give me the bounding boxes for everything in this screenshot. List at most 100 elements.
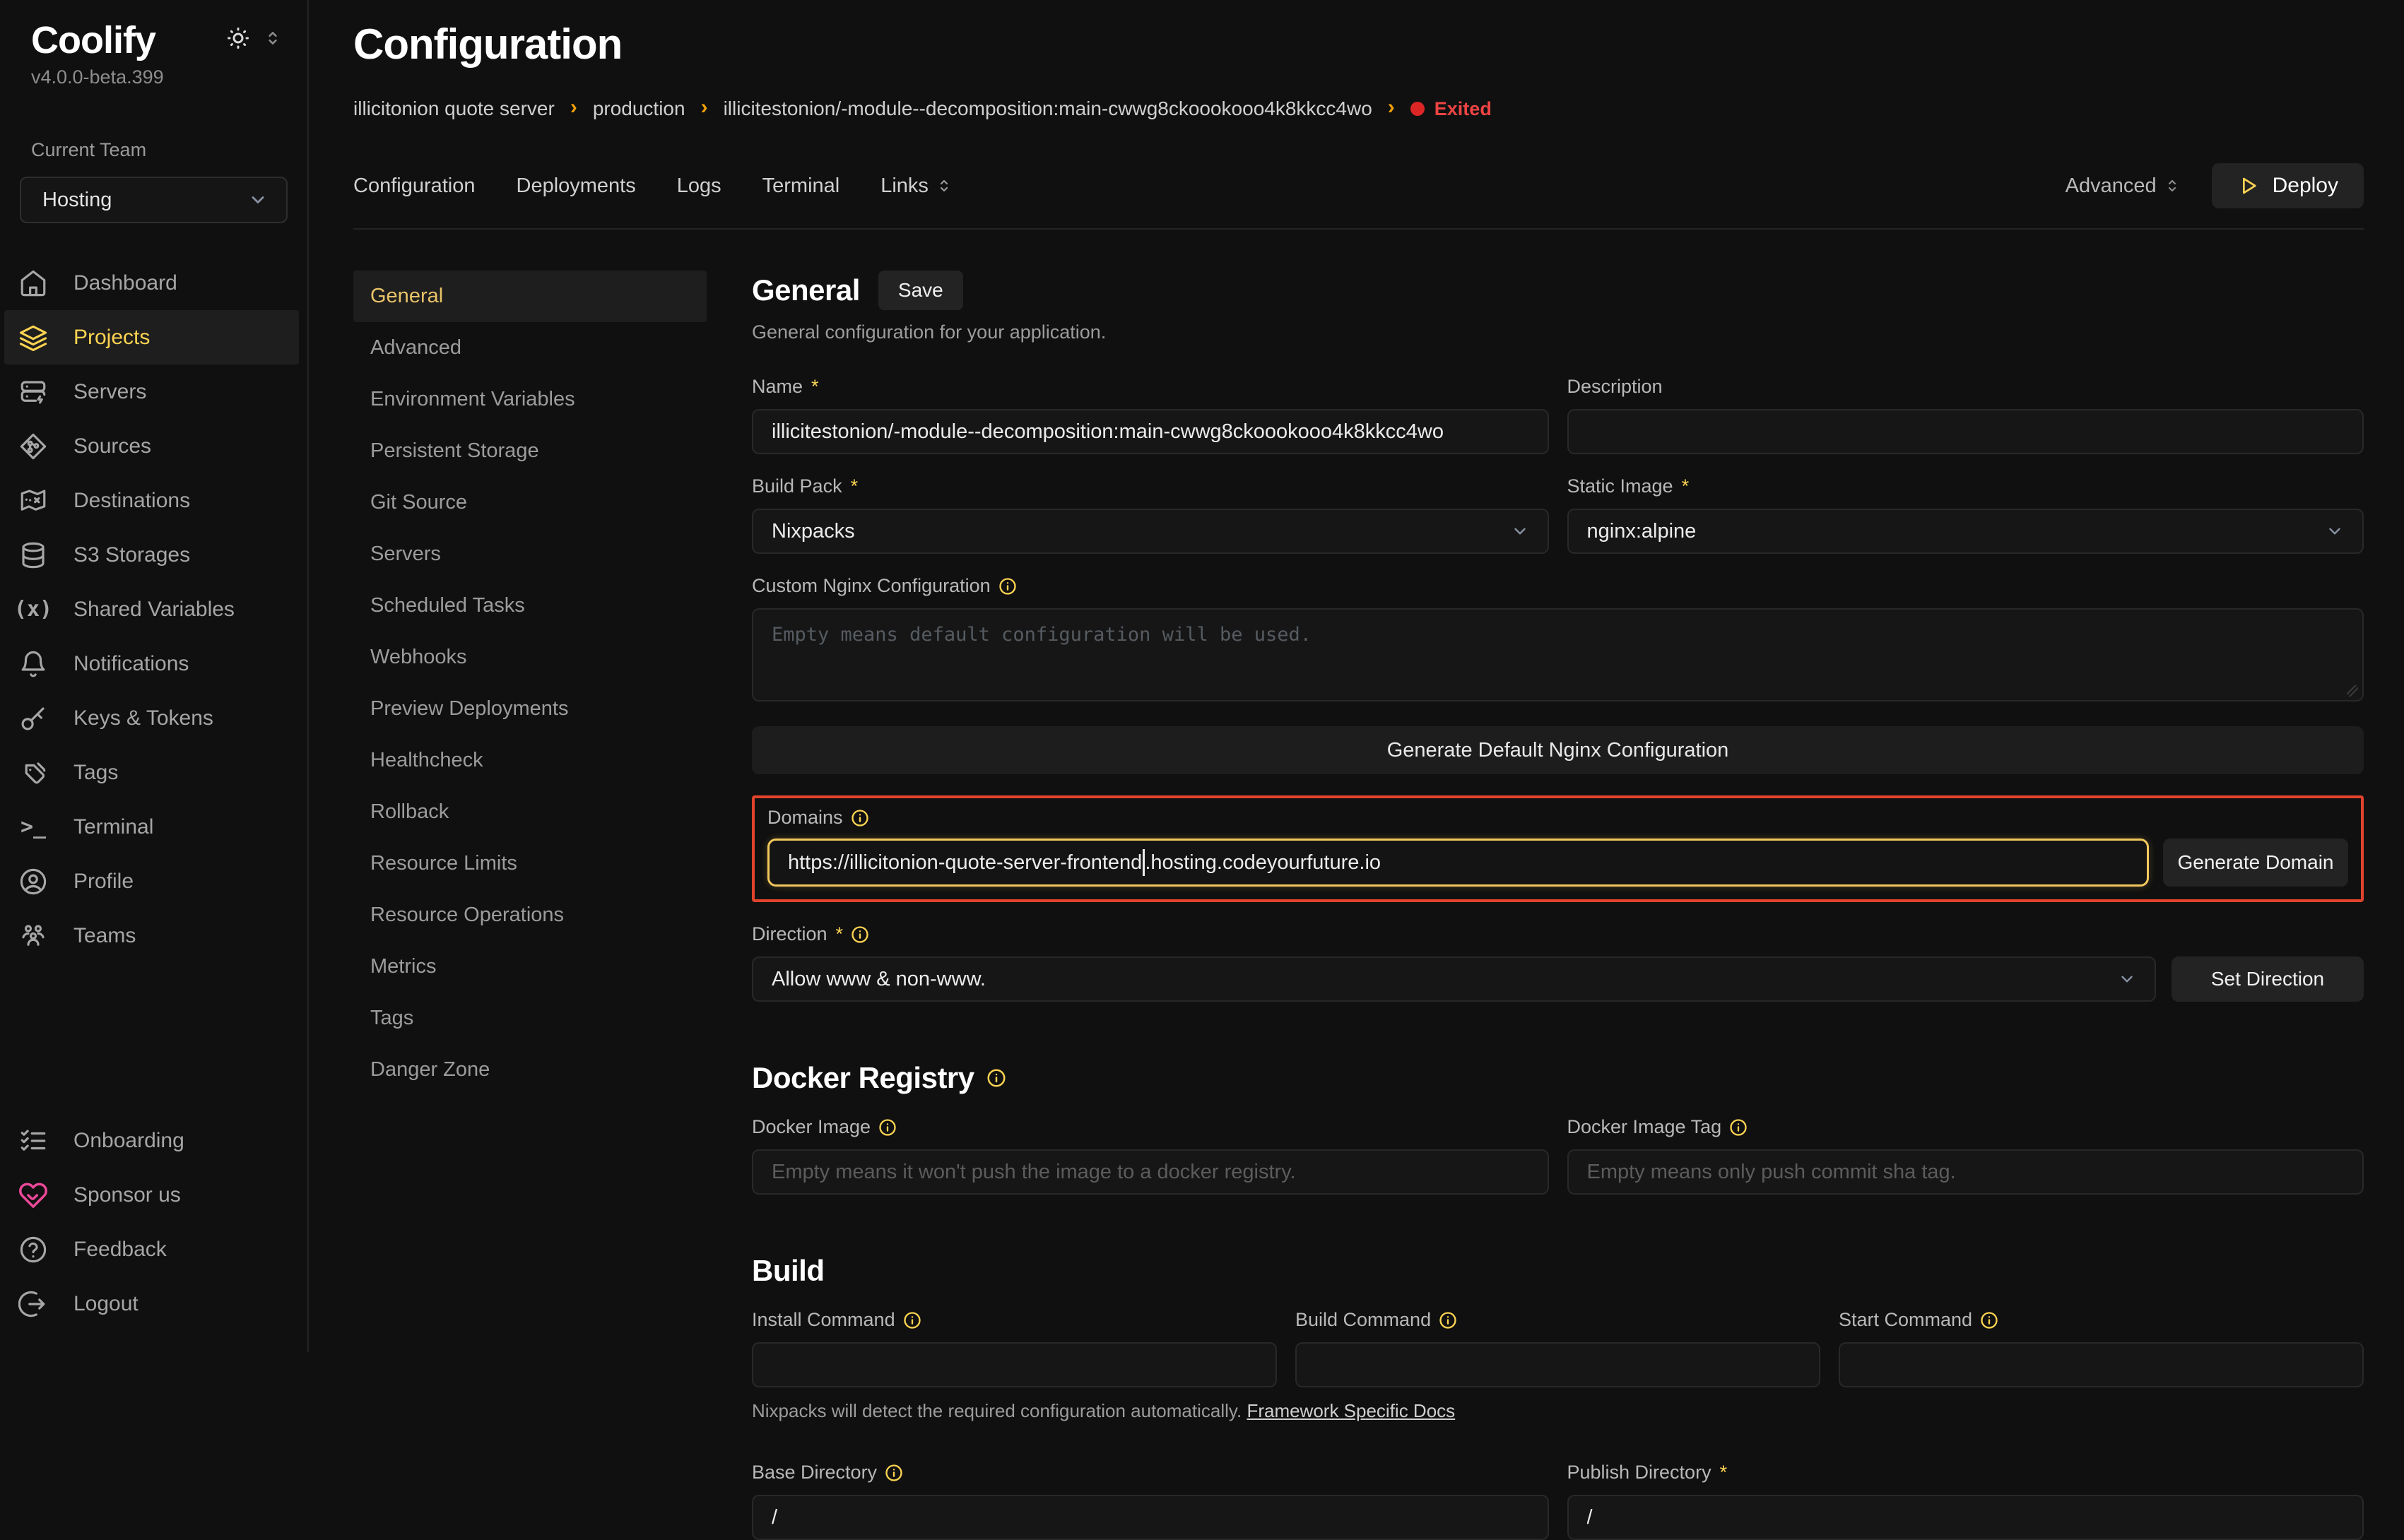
sidebar-item-profile[interactable]: Profile — [4, 854, 299, 908]
chevron-right-icon: › — [1388, 95, 1395, 119]
subnav-item-tags[interactable]: Tags — [353, 993, 707, 1044]
sidebar-item-keys-tokens[interactable]: Keys & Tokens — [4, 691, 299, 745]
sidebar-item-projects[interactable]: Projects — [4, 310, 299, 365]
sidebar-item-logout[interactable]: Logout — [4, 1277, 299, 1331]
info-icon[interactable] — [1979, 1310, 1999, 1330]
docker-image-tag-input[interactable] — [1567, 1149, 2364, 1195]
chevron-right-icon: › — [701, 95, 708, 119]
custom-nginx-textarea[interactable] — [752, 608, 2364, 701]
sidebar-item-tags[interactable]: Tags — [4, 745, 299, 800]
description-input[interactable] — [1567, 409, 2364, 454]
tab-configuration[interactable]: Configuration — [353, 174, 476, 198]
domains-input[interactable]: https://illicitonion-quote-server-fronte… — [767, 839, 2149, 887]
sidebar-item-label: Feedback — [73, 1238, 167, 1262]
sidebar-item-dashboard[interactable]: Dashboard — [4, 256, 299, 310]
breadcrumb-environment[interactable]: production — [593, 97, 685, 120]
subnav-item-scheduled-tasks[interactable]: Scheduled Tasks — [353, 580, 707, 632]
info-icon[interactable] — [902, 1310, 922, 1330]
tab-deployments[interactable]: Deployments — [517, 174, 636, 198]
advanced-menu[interactable]: Advanced — [2066, 174, 2181, 198]
sidebar-footer-nav: Onboarding Sponsor us Feedback Logout — [0, 1113, 307, 1331]
sidebar-nav: Dashboard Projects Servers Sources Desti… — [0, 256, 307, 963]
build-pack-label: Build Pack* — [752, 475, 1549, 497]
subnav-item-preview-deployments[interactable]: Preview Deployments — [353, 683, 707, 735]
info-icon[interactable] — [1438, 1310, 1458, 1330]
play-icon — [2237, 174, 2260, 197]
breadcrumb-application[interactable]: illicitestonion/-module--decomposition:m… — [724, 97, 1372, 120]
breadcrumb-project[interactable]: illicitonion quote server — [353, 97, 555, 120]
subnav-item-resource-operations[interactable]: Resource Operations — [353, 889, 707, 941]
subnav-item-persistent-storage[interactable]: Persistent Storage — [353, 425, 707, 477]
theme-selector-chevrons-icon[interactable] — [264, 29, 282, 47]
subnav-item-healthcheck[interactable]: Healthcheck — [353, 735, 707, 786]
tabs: Configuration Deployments Logs Terminal … — [353, 174, 953, 198]
generate-domain-button[interactable]: Generate Domain — [2163, 839, 2348, 887]
subnav-item-danger-zone[interactable]: Danger Zone — [353, 1044, 707, 1096]
info-icon[interactable] — [878, 1118, 897, 1137]
sidebar-item-sources[interactable]: Sources — [4, 419, 299, 473]
base-directory-input[interactable] — [752, 1495, 1549, 1540]
info-icon[interactable] — [884, 1463, 904, 1483]
build-command-input[interactable] — [1295, 1342, 1820, 1387]
build-pack-select[interactable]: Nixpacks — [752, 509, 1549, 554]
sidebar-item-label: Teams — [73, 924, 136, 948]
deploy-button[interactable]: Deploy — [2212, 163, 2364, 208]
custom-nginx-label: Custom Nginx Configuration — [752, 575, 2364, 597]
breadcrumb: illicitonion quote server › production ›… — [353, 97, 2364, 121]
publish-directory-label: Publish Directory* — [1567, 1462, 2364, 1483]
home-icon — [18, 268, 48, 298]
set-direction-button[interactable]: Set Direction — [2172, 956, 2364, 1002]
subnav-item-resource-limits[interactable]: Resource Limits — [353, 838, 707, 889]
sidebar-item-label: S3 Storages — [73, 543, 190, 567]
sidebar-item-destinations[interactable]: Destinations — [4, 473, 299, 528]
logout-icon — [18, 1289, 48, 1319]
info-icon[interactable] — [998, 576, 1018, 596]
install-command-input[interactable] — [752, 1342, 1277, 1387]
subnav-item-git-source[interactable]: Git Source — [353, 477, 707, 528]
start-command-input[interactable] — [1839, 1342, 2364, 1387]
sidebar-item-notifications[interactable]: Notifications — [4, 636, 299, 691]
heart-icon — [18, 1180, 48, 1210]
sidebar-item-label: Notifications — [73, 652, 189, 676]
sidebar-item-terminal[interactable]: >_ Terminal — [4, 800, 299, 854]
subnav-item-metrics[interactable]: Metrics — [353, 941, 707, 993]
framework-docs-link[interactable]: Framework Specific Docs — [1247, 1400, 1455, 1421]
tab-links[interactable]: Links — [880, 174, 953, 198]
info-icon[interactable] — [1728, 1118, 1748, 1137]
subnav-item-environment-variables[interactable]: Environment Variables — [353, 374, 707, 425]
team-select[interactable]: Hosting — [20, 177, 288, 223]
sidebar-item-s3-storages[interactable]: S3 Storages — [4, 528, 299, 582]
info-icon[interactable] — [986, 1067, 1007, 1089]
sidebar-item-servers[interactable]: Servers — [4, 365, 299, 419]
subnav-item-servers[interactable]: Servers — [353, 528, 707, 580]
build-command-label: Build Command — [1295, 1309, 1820, 1331]
app-logo[interactable]: Coolify — [31, 18, 155, 62]
name-input[interactable] — [752, 409, 1549, 454]
sidebar-item-shared-variables[interactable]: (x) Shared Variables — [4, 582, 299, 636]
subnav-item-webhooks[interactable]: Webhooks — [353, 632, 707, 683]
server-icon — [18, 377, 48, 407]
docker-registry-heading: Docker Registry — [752, 1061, 2364, 1095]
subnav-item-rollback[interactable]: Rollback — [353, 786, 707, 838]
save-button[interactable]: Save — [878, 271, 963, 310]
sidebar-item-onboarding[interactable]: Onboarding — [4, 1113, 299, 1168]
direction-select[interactable]: Allow www & non-www. — [752, 956, 2156, 1002]
static-image-select[interactable]: nginx:alpine — [1567, 509, 2364, 554]
info-icon[interactable] — [850, 808, 870, 828]
subnav-item-advanced[interactable]: Advanced — [353, 322, 707, 374]
sidebar-item-sponsor-us[interactable]: Sponsor us — [4, 1168, 299, 1222]
sidebar-item-teams[interactable]: Teams — [4, 908, 299, 963]
docker-image-input[interactable] — [752, 1149, 1549, 1195]
publish-directory-input[interactable] — [1567, 1495, 2364, 1540]
theme-sun-icon[interactable] — [225, 25, 251, 51]
braces-x-icon: (x) — [18, 597, 48, 622]
tab-terminal[interactable]: Terminal — [762, 174, 840, 198]
tab-logs[interactable]: Logs — [677, 174, 721, 198]
status-dot-icon — [1410, 102, 1425, 116]
subnav-item-general[interactable]: General — [353, 271, 707, 322]
sidebar-item-feedback[interactable]: Feedback — [4, 1222, 299, 1277]
info-icon[interactable] — [850, 925, 870, 944]
sidebar-item-label: Sources — [73, 434, 151, 458]
status-badge: Exited — [1410, 98, 1492, 120]
generate-nginx-button[interactable]: Generate Default Nginx Configuration — [752, 726, 2364, 774]
